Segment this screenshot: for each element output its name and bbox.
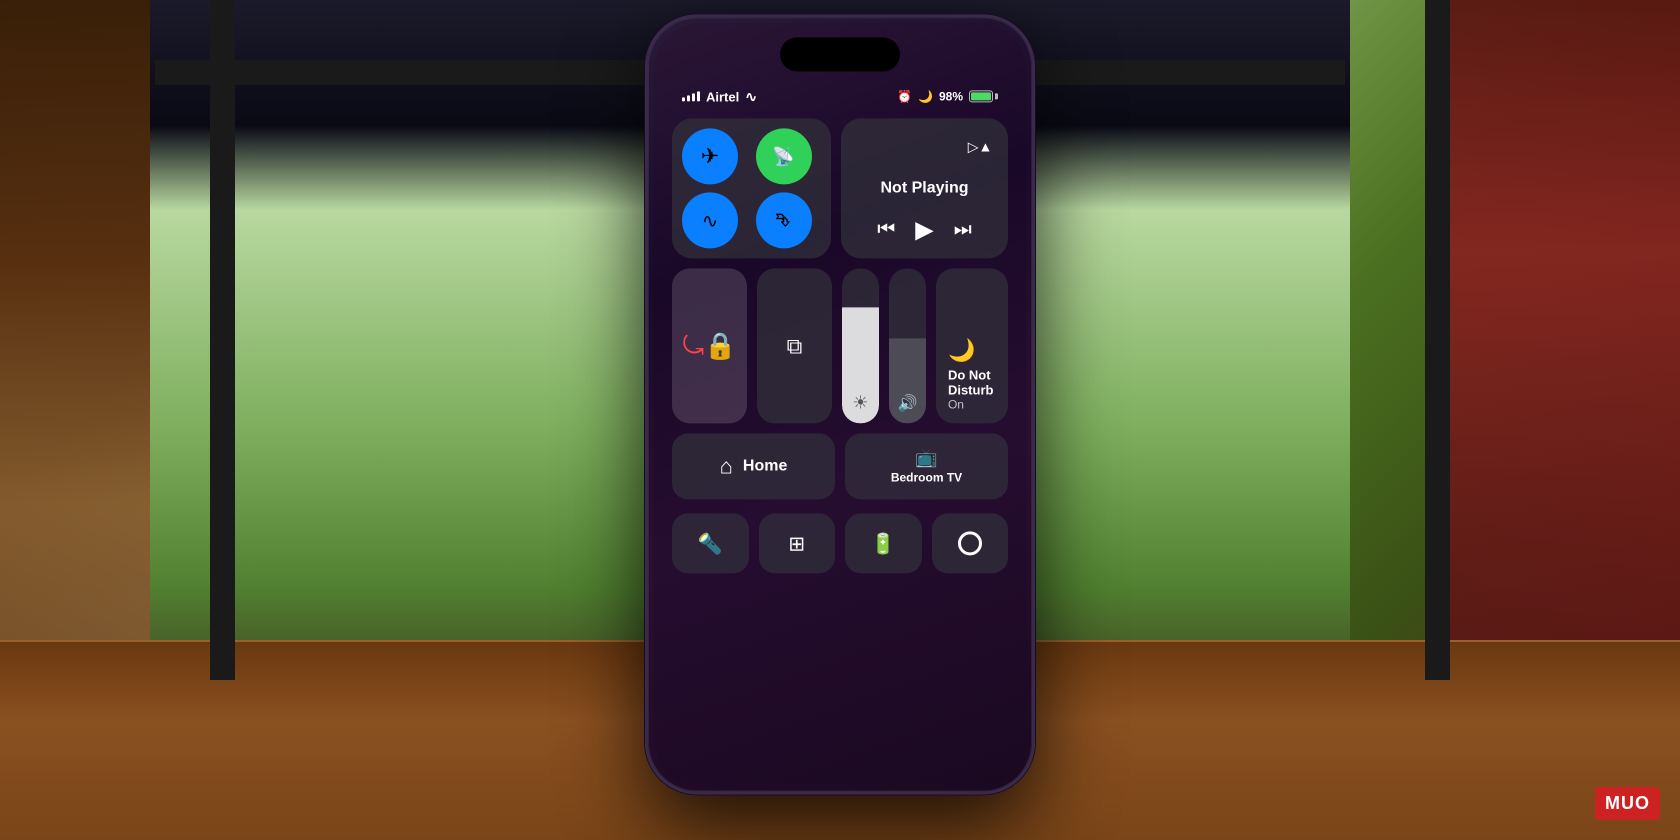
bluetooth-icon: ⮷ <box>776 210 790 231</box>
cellular-icon: 📡 <box>772 146 794 167</box>
dnd-title: Do Not Disturb <box>948 367 996 397</box>
cellular-button[interactable]: 📡 <box>756 128 812 184</box>
bedroom-tv-button[interactable]: 📺 Bedroom TV <box>845 433 1008 499</box>
not-playing-label: Not Playing <box>855 179 994 197</box>
bedroom-tv-label: Bedroom TV <box>891 471 962 485</box>
top-row: ✈ 📡 ∿ ⮷ <box>672 118 1008 258</box>
volume-slider[interactable]: 🔊 <box>889 268 926 423</box>
phone-screen: Airtel ∿ ⏰ 🌙 98% <box>654 23 1026 785</box>
carrier-name: Airtel <box>706 89 739 104</box>
status-bar: Airtel ∿ ⏰ 🌙 98% <box>654 81 1026 111</box>
wifi-status-icon: ∿ <box>745 88 757 105</box>
qr-scanner-button[interactable]: ⊞ <box>759 513 836 573</box>
rewind-button[interactable]: ⏮ <box>877 218 895 241</box>
media-controls: ⏮ ▶ ⏭ <box>855 215 994 244</box>
dnd-subtitle: On <box>948 397 996 411</box>
qr-icon: ⊞ <box>788 531 805 556</box>
flashlight-button[interactable]: 🔦 <box>672 513 749 573</box>
play-button[interactable]: ▶ <box>915 215 933 244</box>
lock-rotation-icon: ⤿🔒 <box>682 330 736 362</box>
airplay-button[interactable]: ▷▲ <box>966 132 994 160</box>
wifi-button[interactable]: ∿ <box>682 192 738 248</box>
screen-record-button[interactable] <box>932 513 1009 573</box>
brightness-slider[interactable]: ☀ <box>842 268 879 423</box>
signal-bars <box>682 91 700 101</box>
media-top: ▷▲ <box>855 132 994 160</box>
wifi-icon: ∿ <box>702 208 719 233</box>
dynamic-island <box>780 37 900 71</box>
signal-bar-2 <box>687 95 690 101</box>
muo-badge: MUO <box>1595 787 1660 820</box>
phone-device: Airtel ∿ ⏰ 🌙 98% <box>645 14 1035 794</box>
brightness-icon: ☀ <box>852 392 868 413</box>
volume-icon: 🔊 <box>897 393 917 413</box>
signal-bar-4 <box>697 91 700 101</box>
home-button[interactable]: ⌂ Home <box>672 433 835 499</box>
battery-indicator <box>969 90 998 102</box>
bluetooth-button[interactable]: ⮷ <box>756 192 812 248</box>
signal-bar-3 <box>692 93 695 101</box>
battery-fill <box>971 92 991 100</box>
battery-tip <box>995 93 998 99</box>
status-left: Airtel ∿ <box>682 88 757 105</box>
home-row: ⌂ Home 📺 Bedroom TV <box>672 433 1008 499</box>
battery-widget-button[interactable]: 🔋 <box>845 513 922 573</box>
flashlight-icon: 🔦 <box>698 531 723 556</box>
home-label: Home <box>743 457 787 475</box>
airplay-icon: ▷▲ <box>968 138 993 155</box>
do-not-disturb-button[interactable]: 🌙 Do Not Disturb On <box>936 268 1008 423</box>
battery-widget-icon: 🔋 <box>871 531 896 556</box>
airplane-icon: ✈ <box>701 143 719 169</box>
fast-forward-button[interactable]: ⏭ <box>954 218 972 241</box>
mirror-icon: ⧉ <box>787 333 803 359</box>
airplane-mode-button[interactable]: ✈ <box>682 128 738 184</box>
lock-rotation-button[interactable]: ⤿🔒 <box>672 268 747 423</box>
record-icon <box>958 531 982 555</box>
phone-wrapper: Airtel ∿ ⏰ 🌙 98% <box>645 14 1035 794</box>
connectivity-block: ✈ 📡 ∿ ⮷ <box>672 118 831 258</box>
alarm-icon: ⏰ <box>897 89 912 103</box>
battery-body <box>969 90 993 102</box>
moon-icon: 🌙 <box>918 89 933 103</box>
sliders-dnd-row: ⤿🔒 ⧉ ☀ <box>672 268 1008 423</box>
bottom-row: 🔦 ⊞ 🔋 <box>672 513 1008 573</box>
dnd-moon-icon: 🌙 <box>948 337 996 363</box>
signal-bar-1 <box>682 97 685 101</box>
window-bar-right <box>1425 0 1450 680</box>
scene: MUO Airtel ∿ <box>0 0 1680 840</box>
status-right: ⏰ 🌙 98% <box>897 89 998 103</box>
screen-mirror-button[interactable]: ⧉ <box>757 268 832 423</box>
battery-percent: 98% <box>939 89 963 103</box>
bedroom-tv-icon: 📺 <box>915 448 937 469</box>
home-icon: ⌂ <box>720 453 733 479</box>
window-bar-left <box>210 0 235 680</box>
media-player-block: ▷▲ Not Playing ⏮ ▶ ⏭ <box>841 118 1008 258</box>
control-center: ✈ 📡 ∿ ⮷ <box>672 118 1008 573</box>
